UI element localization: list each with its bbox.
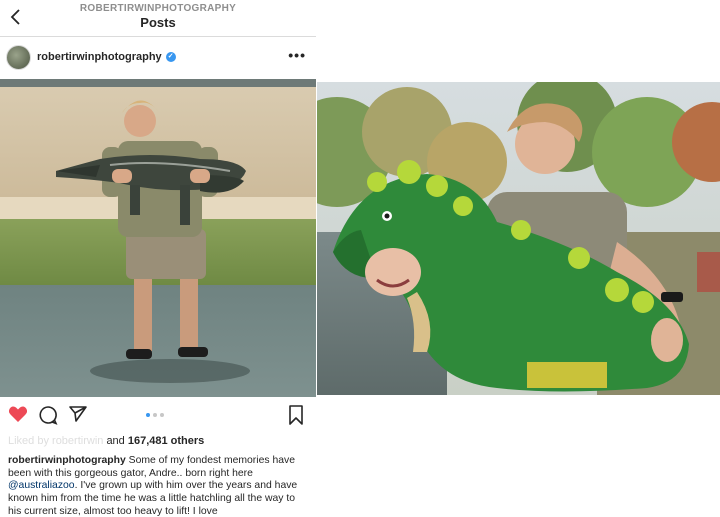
heart-icon[interactable] (8, 405, 28, 423)
photo-crocodile-illustration (0, 79, 316, 397)
avatar[interactable] (6, 45, 31, 70)
instagram-post-panel: ROBERTIRWINPHOTOGRAPHY Posts robertirwin… (0, 0, 316, 517)
post-caption: robertirwinphotography Some of my fondes… (8, 455, 308, 517)
post-action-bar (0, 399, 316, 431)
post-username[interactable]: robertirwinphotography ✓ (37, 51, 176, 63)
carousel-dot (160, 413, 164, 417)
likes-faded-prefix: Liked by robertirwin (8, 435, 107, 447)
top-header: ROBERTIRWINPHOTOGRAPHY Posts (0, 0, 316, 37)
photo-dinosaur-costume (317, 82, 720, 395)
carousel-indicator (146, 413, 170, 419)
page-title: Posts (140, 15, 176, 30)
likes-count[interactable]: 167,481 others (128, 435, 204, 447)
caption-mention[interactable]: @australiazoo (8, 480, 75, 491)
post-author-row: robertirwinphotography ✓ ••• (0, 37, 316, 79)
post-photo-crocodile[interactable] (0, 79, 316, 397)
more-options-icon[interactable]: ••• (288, 47, 306, 63)
share-icon[interactable] (68, 405, 88, 423)
carousel-dot-active (146, 413, 150, 417)
likes-and: and (106, 435, 128, 447)
bookmark-icon[interactable] (288, 405, 304, 425)
photo-dinosaur-costume-illustration (317, 82, 720, 395)
likes-summary[interactable]: Liked by robertirwin and 167,481 others (8, 435, 204, 447)
post-username-text[interactable]: robertirwinphotography (37, 51, 162, 63)
header-username: ROBERTIRWINPHOTOGRAPHY (79, 3, 237, 14)
verified-badge-icon: ✓ (165, 52, 176, 63)
comment-icon[interactable] (38, 405, 58, 425)
caption-username[interactable]: robertirwinphotography (8, 455, 126, 466)
carousel-dot (153, 413, 157, 417)
